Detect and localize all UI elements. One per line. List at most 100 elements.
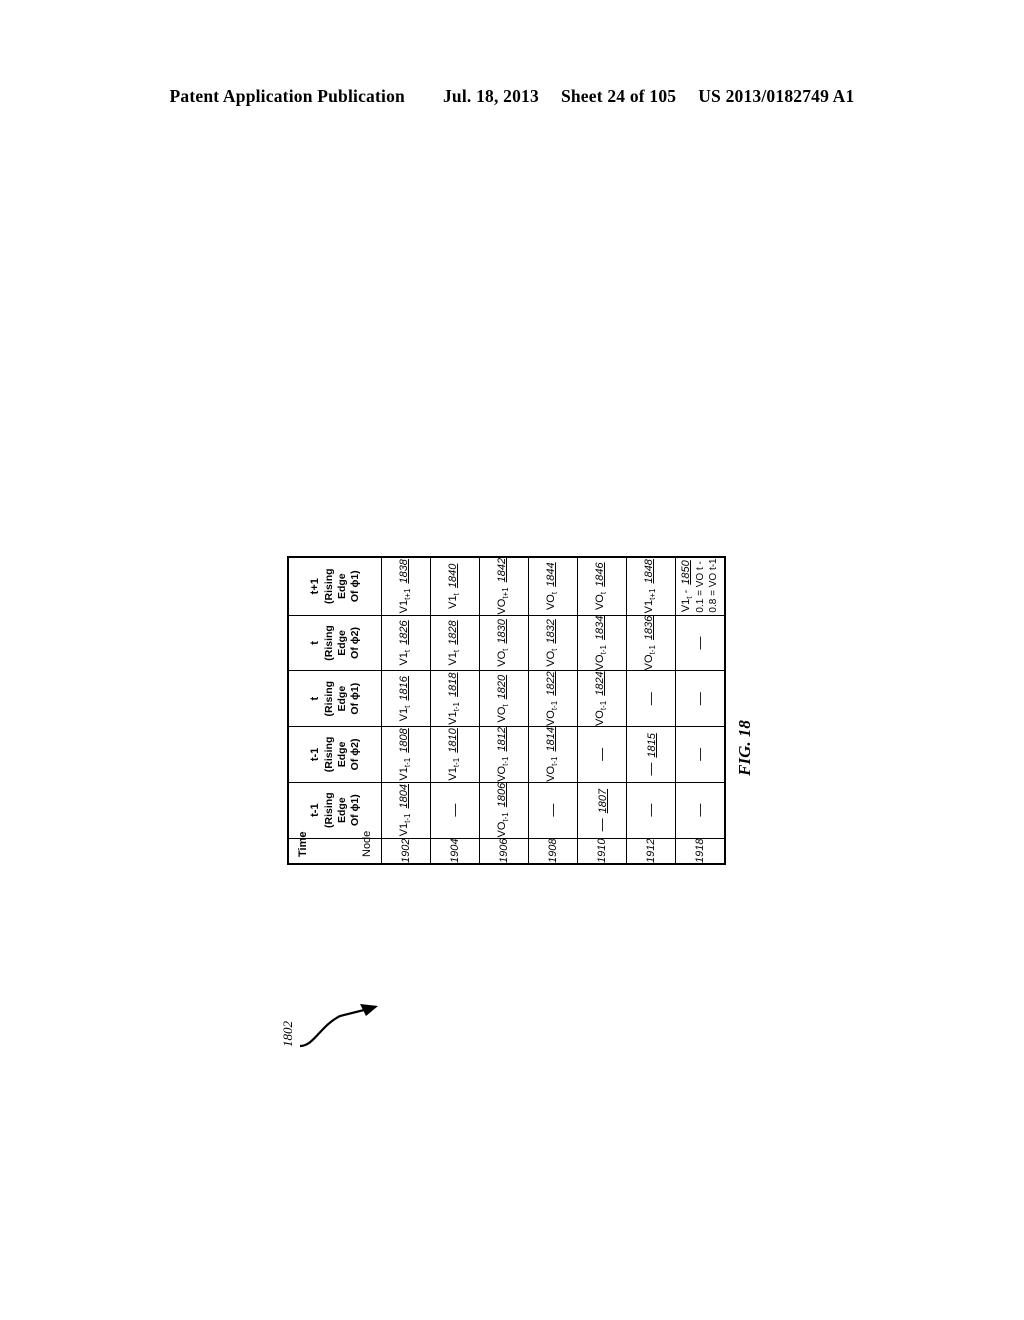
table-stub-cell: Time Node <box>287 830 381 864</box>
cell-symbol: VO <box>544 593 557 610</box>
cell-subscript: t <box>550 648 560 651</box>
cell-symbol: V1 <box>446 594 459 609</box>
cell-value: VOt-1 1824 <box>594 671 609 726</box>
cell-reference-numeral: 1815 <box>645 732 658 758</box>
table-cell-r4-c2: VOt-1 1824 <box>577 670 626 727</box>
column-header-edge-line2: Of ϕ2) <box>348 626 361 659</box>
cell-dash: — <box>446 803 462 817</box>
table-row: 1912 — — 1815 — VOt-1 1836 V1t+1 1848 <box>626 556 675 864</box>
cell-reference-numeral: 1818 <box>446 672 459 697</box>
cell-dash: — <box>593 747 609 761</box>
cell-value: V1t-1 1804 <box>398 782 413 837</box>
cell-symbol: V1 <box>397 707 410 721</box>
column-header-time: t-1 <box>308 747 321 761</box>
row-label-1902: 1902 <box>381 837 430 864</box>
cell-value: — <box>446 782 463 837</box>
cell-value: V1t-1 1810 <box>447 727 462 782</box>
cell-subscript: t-1 <box>599 644 609 654</box>
cell-value: VOt-1 1834 <box>594 615 609 670</box>
cell-symbol: VO <box>642 653 655 670</box>
column-header-time: t-1 <box>308 802 321 817</box>
cell-reference-numeral: 1836 <box>642 615 655 640</box>
cell-value: V1t-1 1808 <box>398 727 413 782</box>
cell-reference-numeral: 1816 <box>397 675 410 701</box>
table-cell-r3-c3: VOt 1832 <box>528 614 577 671</box>
cell-value: — <box>544 782 561 837</box>
column-header-4: t (Rising Edge Of ϕ2) <box>287 614 381 671</box>
cell-subscript: t <box>599 591 609 594</box>
column-header-time: t <box>308 640 321 645</box>
cell-subscript: t+1 <box>403 588 413 600</box>
cell-dash: — <box>642 691 658 705</box>
cell-subscript: t-1 <box>403 812 413 823</box>
table-row: 1906 VOt-11806 VOt-11812 VOt1820 VOt1830 VOt+… <box>479 556 528 864</box>
column-header-edge-line2: Of ϕ1) <box>348 793 361 826</box>
table-cell-r5-c3: VOt-1 1836 <box>626 614 675 671</box>
table-cell-r0-c0: V1t-1 1804 <box>381 781 430 838</box>
cell-reference-numeral: 1842 <box>495 557 508 582</box>
cell-subscript: t <box>452 592 462 595</box>
cell-reference-numeral: 1808 <box>397 727 410 753</box>
cell-reference-numeral: 1824 <box>593 670 606 696</box>
cell-symbol: VO <box>544 765 557 782</box>
table-row: 1904— V1t-11810 V1t-11818 V1t1828 V1t1840 <box>430 556 479 864</box>
cell-reference-numeral: 1834 <box>593 615 606 640</box>
cell-value: — <box>593 727 610 782</box>
cell-subscript: t <box>501 648 511 651</box>
cell-value: V1t 1828 <box>447 615 462 670</box>
cell-reference-numeral: 1822 <box>544 670 557 696</box>
cell-reference-numeral: 1807 <box>596 788 609 813</box>
cell-dash: — <box>593 817 609 831</box>
cell-value: — <box>691 782 708 837</box>
column-header-time: t+1 <box>308 577 321 594</box>
table-cell-r3-c2: VOt-1 1822 <box>528 670 577 727</box>
table-cell-r0-c1: V1t-1 1808 <box>381 726 430 782</box>
cell-value: V1t 1840 <box>447 557 462 614</box>
cell-value: VOt-1 1836 <box>643 615 658 670</box>
cell-subscript: t-1 <box>550 700 560 710</box>
cell-value: — <box>691 615 708 670</box>
cell-subscript: t-1 <box>501 811 511 822</box>
column-header-2: t-1 (Rising Edge Of ϕ2) <box>287 726 381 782</box>
cell-value: VOt 1844 <box>545 557 560 614</box>
cell-symbol: V1 <box>642 599 655 613</box>
cell-reference-numeral: 1806 <box>495 782 508 807</box>
table-cell-r3-c4: VOt 1844 <box>528 556 577 615</box>
cell-value: VOt 1832 <box>545 615 560 670</box>
cell-equation-2: 0.8 = VO t-1 <box>707 557 719 613</box>
table-row: 1908— VOt-11814 VOt-11822 VOt1832 VOt1844 <box>528 556 577 864</box>
table-cell-r0-c2: V1t 1816 <box>381 670 430 727</box>
column-header-edge-line1: (Rising Edge <box>322 567 348 604</box>
row-label-1918: 1918 <box>675 837 725 864</box>
column-header-edge-line1: (Rising Edge <box>322 736 348 772</box>
cell-reference-numeral: 1838 <box>397 558 410 584</box>
cell-reference-numeral: 1832 <box>544 618 557 644</box>
table-cell-r0-c4: V1t+1 1838 <box>381 556 430 615</box>
cell-reference-numeral: 1820 <box>495 674 508 699</box>
cell-dash: — <box>544 803 560 817</box>
cell-value: VOt-1 1822 <box>545 671 560 726</box>
rotated-table-inner: Time Node t-1 (Rising Edge Of ϕ1) t-1 (Risin… <box>286 555 726 865</box>
cell-symbol: VO <box>495 650 508 667</box>
table-cell-r1-c3: V1t 1828 <box>430 614 479 671</box>
cell-symbol: V1 <box>446 710 459 725</box>
cell-equation-1: 0.1 = VO t - <box>694 560 706 613</box>
table-cell-r4-c1: — <box>577 726 626 782</box>
timing-state-table: Time Node t-1 (Rising Edge Of ϕ1) t-1 (Risin… <box>286 555 726 865</box>
table-cell-r5-c2: — <box>626 670 675 727</box>
table-cell-r5-c4: V1t+1 1848 <box>626 556 675 615</box>
cell-value: VOt-1 1806 <box>496 782 511 837</box>
column-header-edge-line2: Of ϕ1) <box>348 682 361 715</box>
cell-symbol: VO <box>593 653 606 670</box>
cell-reference-numeral: 1840 <box>446 563 459 588</box>
table-row: 1910 —1807— VOt-11824 VOt-11834 VOt1846 <box>577 556 626 864</box>
cell-value: V1t -1850 <box>680 557 695 614</box>
figure-callout-1802: 1802 <box>272 1000 392 1080</box>
cell-symbol: VO <box>495 706 508 722</box>
table-cell-r4-c0: — 1807 <box>577 781 626 838</box>
table-body: 1902 V1t-11804 V1t-11808 V1t1816 V1t1826 V1t+… <box>381 556 725 864</box>
cell-value: VOt-1 1812 <box>496 727 511 782</box>
cell-value: VOt+1 1842 <box>496 557 511 614</box>
cell-reference-numeral: 1826 <box>397 619 410 645</box>
cell-reference-numeral: 1810 <box>446 727 459 753</box>
